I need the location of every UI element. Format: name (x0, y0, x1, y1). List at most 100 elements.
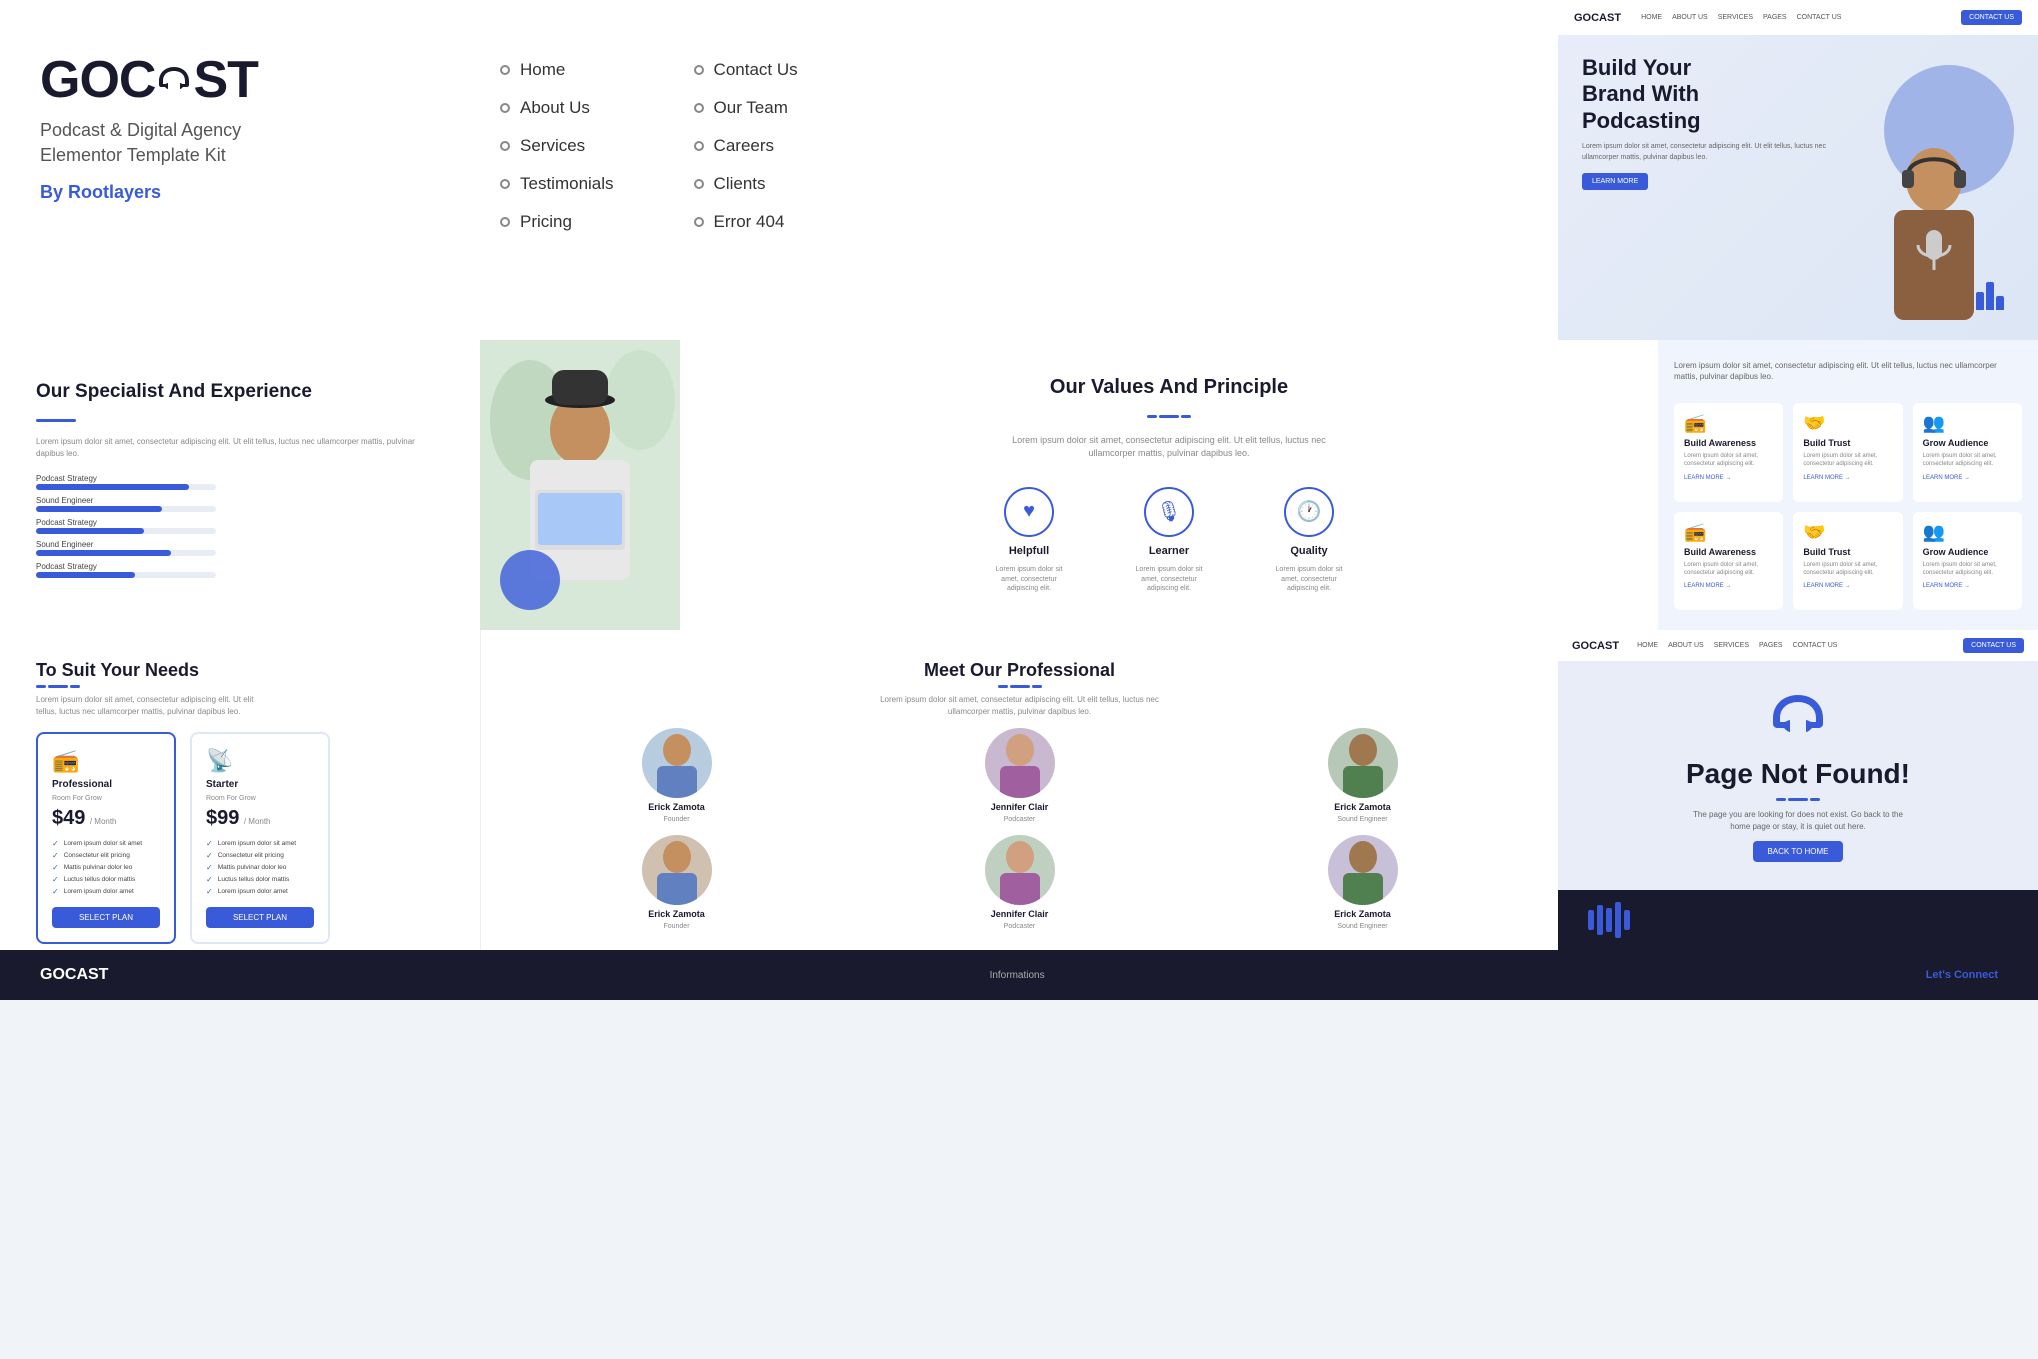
check-icon: ✓ (52, 875, 59, 884)
team-role-5: Sound Engineer (1337, 923, 1387, 930)
value-quality: 🕐 Quality Lorem ipsum dolor sit amet, co… (1269, 487, 1349, 594)
skill-4: Sound Engineer (36, 540, 444, 556)
skill-1: Podcast Strategy (36, 474, 444, 490)
plan-feature-4: ✓Lorem ipsum dolor amet (52, 887, 160, 896)
pricing-section: To Suit Your Needs Lorem ipsum dolor sit… (0, 630, 480, 950)
nav-404[interactable]: Error 404 (694, 212, 798, 232)
select-plan-btn-starter[interactable]: SELECT PLAN (206, 907, 314, 928)
services-header-text: Lorem ipsum dolor sit amet, consectetur … (1674, 360, 2022, 393)
plan-period-starter: / Month (244, 817, 271, 826)
service-link-2[interactable]: LEARN MORE → (1923, 475, 2012, 481)
skill-bar-fill-3 (36, 528, 144, 534)
pricing-card-starter: 📡 Starter Room For Grow $99 / Month ✓Lor… (190, 732, 330, 944)
select-plan-btn-professional[interactable]: SELECT PLAN (52, 907, 160, 928)
quality-label: Quality (1290, 545, 1327, 557)
footer-bar-5 (1624, 910, 1630, 930)
pricing-wave (36, 685, 444, 688)
nav-about[interactable]: About Us (500, 98, 614, 118)
preview-404-logo: GOCAST (1572, 640, 1619, 652)
person-silhouette (1864, 140, 2004, 320)
nav-clients[interactable]: Clients (694, 174, 798, 194)
footer-informations: Informations (990, 970, 1045, 981)
plan-features-starter: ✓Lorem ipsum dolor sit amet ✓Consectetur… (206, 839, 314, 896)
logo-part2: ST (193, 50, 257, 110)
footer-bar-2 (1597, 905, 1603, 935)
skill-bar-group: Podcast Strategy Sound Engineer Podcast … (36, 474, 444, 578)
nav-team[interactable]: Our Team (694, 98, 798, 118)
plan-period-professional: / Month (90, 817, 117, 826)
value-learner: 🎙 Learner Lorem ipsum dolor sit amet, co… (1129, 487, 1209, 594)
service-card-1: 🤝 Build Trust Lorem ipsum dolor sit amet… (1793, 403, 1902, 501)
service-link-4[interactable]: LEARN MORE → (1803, 583, 1892, 589)
team-member-0: Erick Zamota Founder (511, 728, 842, 823)
nav-services[interactable]: Services (500, 136, 614, 156)
plan-icon-starter: 📡 (206, 748, 314, 774)
check-icon: ✓ (206, 887, 213, 896)
plan-feature-s3: ✓Luctus tellus dolor mattis (206, 875, 314, 884)
plan-feature-s4: ✓Lorem ipsum dolor amet (206, 887, 314, 896)
specialist-title: Our Specialist And Experience (36, 380, 444, 405)
skill-bar-bg-3 (36, 528, 216, 534)
nav-dot (500, 65, 510, 75)
service-icon-4: 🤝 (1803, 522, 1892, 543)
check-icon: ✓ (52, 839, 59, 848)
team-member-3: Erick Zamota Founder (511, 835, 842, 930)
team-member-5: Erick Zamota Sound Engineer (1197, 835, 1528, 930)
service-link-1[interactable]: LEARN MORE → (1803, 475, 1892, 481)
values-desc: Lorem ipsum dolor sit amet, consectetur … (1009, 434, 1329, 461)
preview-person-area (1864, 55, 2014, 320)
nav-contact[interactable]: Contact Us (694, 60, 798, 80)
footer-preview (1558, 890, 2038, 950)
pricing-title: To Suit Your Needs (36, 660, 444, 681)
nav-dot (694, 65, 704, 75)
preview-hero-text: Build Your Brand With Podcasting Lorem i… (1582, 55, 1854, 320)
team-role-4: Podcaster (1004, 923, 1036, 930)
service-card-0: 📻 Build Awareness Lorem ipsum dolor sit … (1674, 403, 1783, 501)
logo: GOC ST (40, 50, 400, 110)
footer-bars (1588, 902, 1630, 938)
preview-404-contact-btn[interactable]: CONTACT US (1963, 638, 2024, 653)
specialist-image (480, 340, 680, 630)
service-link-5[interactable]: LEARN MORE → (1923, 583, 2012, 589)
preview-navbar: GOCAST HOME ABOUT US SERVICES PAGES CONT… (1558, 0, 2038, 35)
footer-bar-3 (1606, 908, 1612, 932)
skill-2: Sound Engineer (36, 496, 444, 512)
check-icon: ✓ (206, 851, 213, 860)
service-icon-2: 👥 (1923, 413, 2012, 434)
nav-home[interactable]: Home (500, 60, 614, 80)
plan-name-starter: Starter (206, 779, 314, 790)
quality-icon: 🕐 (1284, 487, 1334, 537)
service-card-5: 👥 Grow Audience Lorem ipsum dolor sit am… (1913, 512, 2022, 610)
service-link-3[interactable]: LEARN MORE → (1684, 583, 1773, 589)
decor-circle (500, 550, 560, 610)
nav-testimonials[interactable]: Testimonials (500, 174, 614, 194)
footer-bar-4 (1615, 902, 1621, 938)
preview-hero-title: Build Your Brand With Podcasting (1582, 55, 1854, 134)
skill-bar-bg-5 (36, 572, 216, 578)
team-avatar-0 (642, 728, 712, 798)
by-rootlayers: By Rootlayers (40, 182, 400, 203)
team-avatar-2 (1328, 728, 1398, 798)
team-name-0: Erick Zamota (648, 802, 705, 812)
check-icon: ✓ (206, 875, 213, 884)
skill-bar-bg-2 (36, 506, 216, 512)
skill-bar-fill-4 (36, 550, 171, 556)
skill-bar-bg-4 (36, 550, 216, 556)
team-role-3: Founder (663, 923, 689, 930)
service-link-0[interactable]: LEARN MORE → (1684, 475, 1773, 481)
team-avatar-1 (985, 728, 1055, 798)
preview-learn-btn[interactable]: LEARN MORE (1582, 173, 1648, 190)
plan-feature-s2: ✓Mattis pulvinar dolor leo (206, 863, 314, 872)
back-home-btn[interactable]: BACK TO HOME (1753, 841, 1842, 862)
specialist-desc: Lorem ipsum dolor sit amet, consectetur … (36, 436, 444, 460)
check-icon: ✓ (206, 863, 213, 872)
team-desc: Lorem ipsum dolor sit amet, consectetur … (880, 694, 1160, 718)
preview-contact-btn[interactable]: CONTACT US (1961, 10, 2022, 25)
footer-lets-connect: Let's Connect (1926, 969, 1998, 981)
nav-pricing[interactable]: Pricing (500, 212, 614, 232)
nav-careers[interactable]: Careers (694, 136, 798, 156)
nav-dot (694, 141, 704, 151)
nav-dot (500, 141, 510, 151)
team-grid: Erick Zamota Founder Jennifer Clair Podc… (511, 728, 1528, 930)
skill-bar-bg-1 (36, 484, 216, 490)
